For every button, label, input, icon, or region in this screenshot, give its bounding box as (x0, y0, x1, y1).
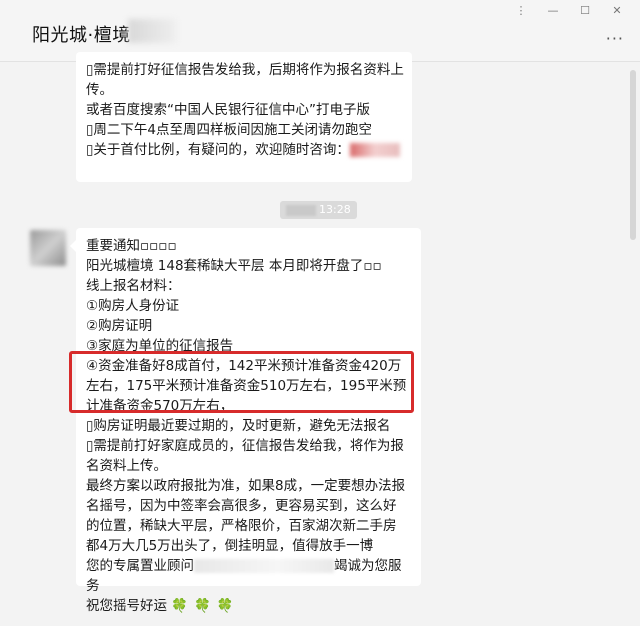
message-line: 最终方案以政府报批为准，如果8成，一定要想办法报 (86, 478, 406, 494)
message-text: 祝您摇号好运 (86, 598, 167, 614)
message-line: 祝您摇号好运 🍀🍀🍀 (86, 596, 411, 616)
message-line: 的位置，稀缺大平层，严格限价，百家湖次新二手房 (86, 518, 397, 534)
message-line: 名摇号，因为中签率会高很多，更容易买到，这么好 (86, 498, 397, 514)
message-line: 左右，175平米预计准备资金510万左右，195平米预 (86, 378, 407, 394)
pin-icon[interactable]: ⋮ (512, 4, 530, 18)
message-line: ②购房证明 (86, 318, 153, 334)
clover-emoji: 🍀🍀🍀 (171, 598, 240, 614)
message-line: 线上报名材料： (86, 278, 181, 294)
message-line: 都4万大几5万出头了，倒挂明显，值得放手一博 (86, 538, 374, 554)
message-text: 您的专属置业顾问 (86, 558, 194, 574)
redacted-contact (349, 143, 400, 157)
message-line: 重要通知▫▫▫▫ (86, 238, 177, 254)
redacted-contact (194, 559, 334, 573)
message-line: ④资金准备好8成首付，142平米预计准备资金420万 (86, 358, 402, 374)
close-button[interactable]: ✕ (608, 4, 626, 18)
minimize-button[interactable]: — (544, 4, 562, 18)
maximize-button[interactable]: ☐ (576, 4, 594, 18)
message-bubble: ▯需提前打好征信报告发给我，后期将作为报名资料上 传。 或者百度搜索“中国人民银… (76, 52, 412, 182)
message-line: 名资料上传。 (86, 458, 167, 474)
message-line: 阳光城檀境 148套稀缺大平层 本月即将开盘了▫▫ (86, 258, 382, 274)
timestamp-time: 13:28 (319, 203, 351, 216)
message-timestamp: 13:28 (280, 201, 357, 219)
message-text: 竭诚为您服 (334, 558, 402, 574)
message-text: ▯关于首付比例，有疑问的，欢迎随时咨询： (86, 142, 350, 158)
scrollbar[interactable] (630, 70, 636, 240)
redacted-title-suffix (128, 19, 176, 43)
more-options-icon[interactable]: ··· (606, 29, 624, 48)
message-line: ▯需提前打好征信报告发给我，后期将作为报名资料上 (86, 62, 404, 78)
message-line: ▯周二下午4点至周四样板间因施工关闭请勿跑空 (86, 122, 373, 138)
message-line: 计准备资金570万左右， (86, 398, 234, 414)
message-line: 务 (86, 578, 100, 594)
message-line: 您的专属置业顾问 竭诚为您服 (86, 556, 411, 576)
message-bubble: 重要通知▫▫▫▫ 阳光城檀境 148套稀缺大平层 本月即将开盘了▫▫ 线上报名材… (70, 228, 421, 614)
message-line: 传。 (86, 82, 113, 98)
message-line: ③家庭为单位的征信报告 (86, 338, 234, 354)
avatar[interactable] (30, 230, 66, 266)
window-controls: ⋮ — ☐ ✕ (512, 4, 626, 18)
message-line: ①购房人身份证 (86, 298, 180, 314)
message-line: ▯需提前打好家庭成员的，征信报告发给我，将作为报 (86, 438, 404, 454)
message-line: 或者百度搜索“中国人民银行征信中心”打电子版 (86, 102, 370, 118)
message-line: ▯购房证明最近要过期的，及时更新，避免无法报名 (86, 418, 391, 434)
redacted-date (286, 204, 316, 216)
message-line: ▯关于首付比例，有疑问的，欢迎随时咨询： (86, 140, 402, 160)
chat-title: 阳光城·檀境 (32, 25, 131, 46)
